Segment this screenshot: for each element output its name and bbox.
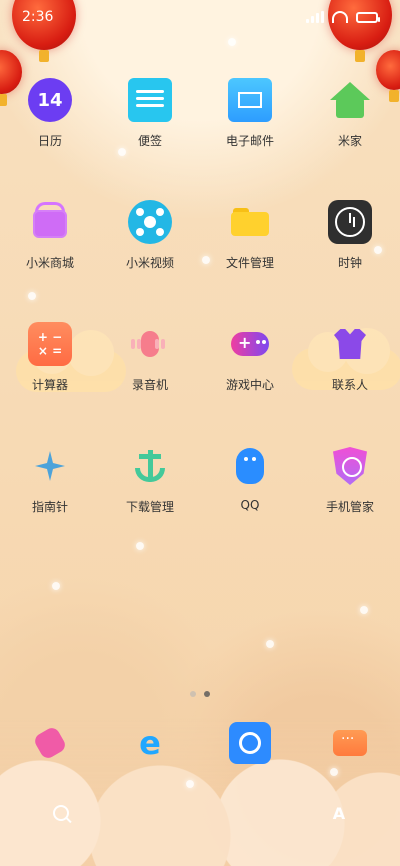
- app-grid: 14 日历 便签 电子邮件 米家 小米商城 小米视频 文件管理 时钟 + − ×…: [0, 78, 400, 524]
- app-clock[interactable]: 时钟: [300, 200, 400, 280]
- app-label: 米家: [337, 134, 362, 148]
- app-game-center[interactable]: 游戏中心: [200, 322, 300, 402]
- app-compass[interactable]: 指南针: [0, 444, 100, 524]
- app-label: 手机管家: [325, 500, 374, 514]
- wifi-icon: [332, 11, 348, 23]
- app-label: 录音机: [131, 378, 168, 392]
- calendar-icon: 14: [28, 78, 72, 122]
- security-icon: [328, 444, 372, 488]
- signal-icon: [306, 11, 324, 23]
- status-icons: [306, 11, 380, 23]
- app-label: 时钟: [337, 256, 362, 270]
- calculator-icon: [28, 322, 72, 366]
- app-downloads[interactable]: 下载管理: [100, 444, 200, 524]
- qq-icon: [228, 444, 272, 488]
- mail-icon: [228, 78, 272, 122]
- app-label: 便签: [137, 134, 162, 148]
- snow-dot: [136, 542, 144, 550]
- app-files[interactable]: 文件管理: [200, 200, 300, 280]
- camera-icon: [229, 722, 271, 764]
- note-icon: [128, 78, 172, 122]
- page-indicator: [0, 691, 400, 697]
- app-calendar[interactable]: 14 日历: [0, 78, 100, 158]
- dock: e: [0, 722, 400, 764]
- status-time: 2:36: [22, 9, 54, 25]
- anchor-icon: [128, 444, 172, 488]
- game-icon: [228, 322, 272, 366]
- dock-browser[interactable]: e: [100, 722, 200, 764]
- dock-phone[interactable]: [0, 722, 100, 764]
- snow-dot: [330, 768, 338, 776]
- app-label: 下载管理: [125, 500, 174, 514]
- app-label: 日历: [37, 134, 62, 148]
- app-email[interactable]: 电子邮件: [200, 78, 300, 158]
- dock-messages[interactable]: [300, 722, 400, 764]
- app-mijia[interactable]: 米家: [300, 78, 400, 158]
- video-icon: [128, 200, 172, 244]
- battery-icon: [356, 11, 380, 23]
- app-label: QQ: [240, 498, 260, 512]
- compass-icon: [28, 444, 72, 488]
- app-store[interactable]: 小米商城: [0, 200, 100, 280]
- app-label: 游戏中心: [225, 378, 274, 392]
- app-label: 小米商城: [25, 256, 74, 270]
- page-dot[interactable]: [190, 691, 196, 697]
- clock-icon: [328, 200, 372, 244]
- app-security[interactable]: 手机管家: [300, 444, 400, 524]
- app-label: 电子邮件: [225, 134, 274, 148]
- app-label: 计算器: [31, 378, 68, 392]
- app-label: 文件管理: [225, 256, 274, 270]
- phone-icon: [29, 722, 71, 764]
- snow-dot: [52, 582, 60, 590]
- app-label: 联系人: [331, 378, 368, 392]
- app-recorder[interactable]: 录音机: [100, 322, 200, 402]
- app-video[interactable]: 小米视频: [100, 200, 200, 280]
- home-icon: [328, 78, 372, 122]
- search-icon[interactable]: [48, 800, 74, 826]
- browser-icon: e: [139, 724, 161, 762]
- snow-dot: [186, 780, 194, 788]
- snow-dot: [266, 640, 274, 648]
- app-calculator[interactable]: 计算器: [0, 322, 100, 402]
- page-dot-active[interactable]: [204, 691, 210, 697]
- gift-icon: [28, 200, 72, 244]
- calendar-date: 14: [37, 89, 63, 111]
- app-contacts[interactable]: 联系人: [300, 322, 400, 402]
- status-bar: 2:36: [0, 0, 400, 34]
- mi-icon[interactable]: A: [326, 800, 352, 826]
- app-label: 指南针: [31, 500, 68, 514]
- app-notes[interactable]: 便签: [100, 78, 200, 158]
- snow-dot: [360, 606, 368, 614]
- recorder-icon: [128, 322, 172, 366]
- contacts-icon: [328, 322, 372, 366]
- app-label: 小米视频: [125, 256, 174, 270]
- dock-camera[interactable]: [200, 722, 300, 764]
- messages-icon: [329, 722, 371, 764]
- app-qq[interactable]: QQ: [200, 444, 300, 524]
- snow-dot: [228, 38, 236, 46]
- folder-icon: [228, 200, 272, 244]
